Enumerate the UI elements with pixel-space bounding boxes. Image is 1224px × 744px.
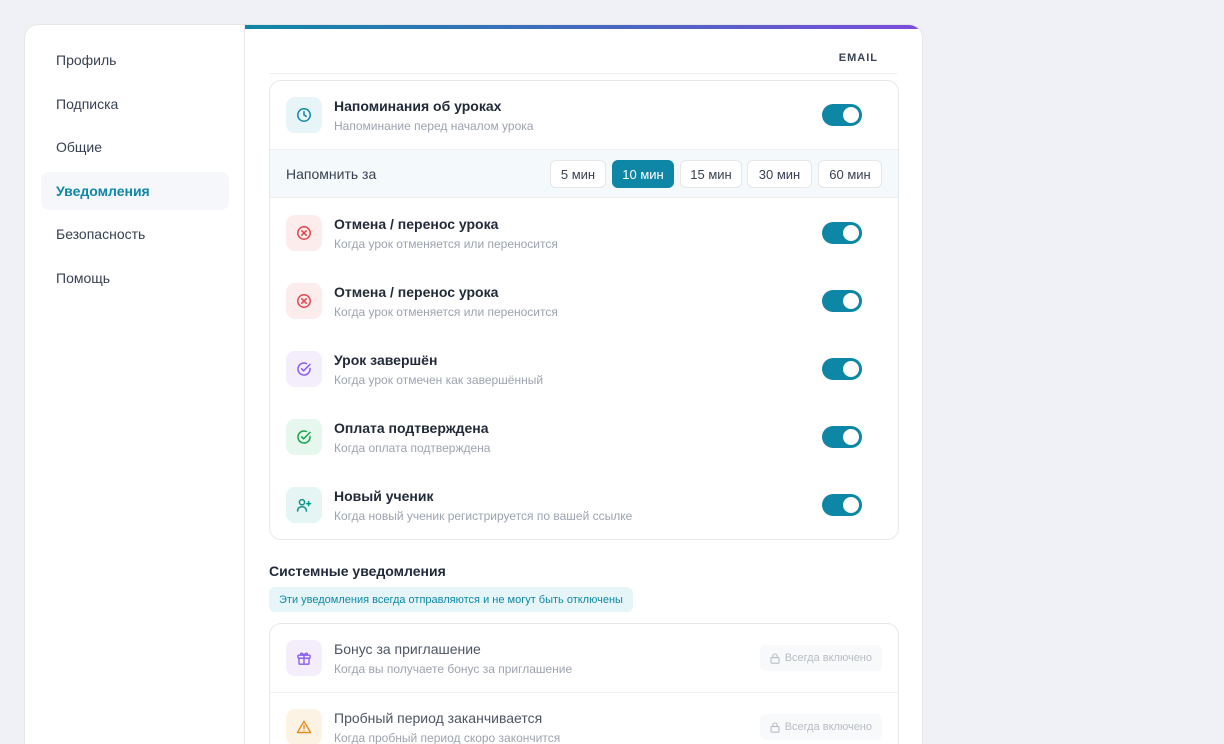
notification-settings-card: Напоминания об уроках Напоминание перед …	[269, 80, 899, 540]
sidebar-item-label: Общие	[56, 139, 103, 155]
warning-icon	[286, 709, 322, 744]
always-on-badge: Всегда включено	[759, 645, 882, 671]
remind-option-5[interactable]: 5 мин	[550, 160, 606, 188]
system-notifications-title: Системные уведомления	[269, 563, 446, 579]
remind-option-30[interactable]: 30 мин	[747, 160, 812, 188]
notification-row-new-student: Новый ученик Когда новый ученик регистри…	[270, 471, 898, 539]
sidebar-item-general[interactable]: Общие	[41, 128, 229, 166]
sidebar-item-subscription[interactable]: Подписка	[41, 85, 229, 123]
system-row-trial-ending: Пробный период заканчивается Когда пробн…	[270, 693, 898, 744]
settings-window: Профиль Подписка Общие Уведомления Безоп…	[24, 24, 923, 744]
row-subtitle: Напоминание перед началом урока	[334, 119, 534, 133]
row-subtitle: Когда оплата подтверждена	[334, 441, 491, 455]
column-header-email: EMAIL	[838, 52, 878, 64]
sidebar-item-label: Помощь	[56, 270, 111, 286]
row-title: Отмена / перенос урока	[334, 284, 499, 300]
notifications-panel: EMAIL Напоминания об уроках Напоминание …	[245, 25, 922, 744]
row-title: Пробный период заканчивается	[334, 710, 543, 726]
row-subtitle: Когда урок отменяется или переносится	[334, 305, 558, 319]
sidebar: Профиль Подписка Общие Уведомления Безоп…	[25, 25, 245, 744]
row-title: Урок завершён	[334, 352, 438, 368]
reminder-time-selector: Напомнить за 5 мин 10 мин 15 мин 30 мин …	[270, 149, 898, 198]
notification-toggle[interactable]	[822, 290, 862, 312]
notification-toggle[interactable]	[822, 222, 862, 244]
sidebar-item-label: Подписка	[56, 96, 119, 112]
user-plus-icon	[286, 487, 322, 523]
row-subtitle: Когда вы получаете бонус за приглашение	[334, 662, 573, 676]
notification-row-payment: Оплата подтверждена Когда оплата подтвер…	[270, 403, 898, 471]
notification-toggle[interactable]	[822, 358, 862, 380]
row-subtitle: Когда пробный период скоро закончится	[334, 731, 561, 744]
always-on-badge: Всегда включено	[759, 714, 882, 740]
sidebar-item-notifications[interactable]: Уведомления	[41, 172, 229, 210]
row-subtitle: Когда урок отмечен как завершённый	[334, 373, 544, 387]
system-notifications-note: Эти уведомления всегда отправляются и не…	[269, 587, 633, 612]
remind-option-15[interactable]: 15 мин	[680, 160, 742, 188]
row-title: Новый ученик	[334, 488, 434, 504]
divider	[269, 73, 898, 74]
sidebar-item-help[interactable]: Помощь	[41, 259, 229, 297]
row-subtitle: Когда урок отменяется или переносится	[334, 237, 558, 251]
x-circle-icon	[286, 215, 322, 251]
row-title: Бонус за приглашение	[334, 641, 481, 657]
row-title: Напоминания об уроках	[334, 98, 502, 114]
row-title: Отмена / перенос урока	[334, 216, 499, 232]
lock-icon	[770, 652, 780, 664]
remind-option-60[interactable]: 60 мин	[818, 160, 882, 188]
sidebar-item-label: Безопасность	[56, 226, 146, 242]
notification-toggle[interactable]	[822, 426, 862, 448]
check-circle-icon	[286, 351, 322, 387]
badge-label: Всегда включено	[784, 652, 872, 664]
sidebar-item-label: Профиль	[56, 52, 117, 68]
system-row-referral-bonus: Бонус за приглашение Когда вы получаете …	[270, 624, 898, 692]
row-subtitle: Когда новый ученик регистрируется по ваш…	[334, 509, 633, 523]
sidebar-item-security[interactable]: Безопасность	[41, 215, 229, 253]
lesson-reminders-row: Напоминания об уроках Напоминание перед …	[270, 81, 898, 149]
reminder-label: Напомнить за	[286, 166, 377, 182]
notification-toggle[interactable]	[822, 494, 862, 516]
clock-icon	[286, 97, 322, 133]
sidebar-item-profile[interactable]: Профиль	[41, 41, 229, 79]
x-circle-icon	[286, 283, 322, 319]
system-notifications-card: Бонус за приглашение Когда вы получаете …	[269, 623, 899, 744]
sidebar-item-label: Уведомления	[56, 183, 150, 199]
notification-row-cancel: Отмена / перенос урока Когда урок отменя…	[270, 199, 898, 267]
gift-icon	[286, 640, 322, 676]
lock-icon	[770, 721, 780, 733]
notification-row-completed: Урок завершён Когда урок отмечен как зав…	[270, 335, 898, 403]
row-title: Оплата подтверждена	[334, 420, 489, 436]
notification-row-cancel: Отмена / перенос урока Когда урок отменя…	[270, 267, 898, 335]
badge-label: Всегда включено	[784, 721, 872, 733]
accent-bar	[245, 25, 922, 29]
remind-option-10[interactable]: 10 мин	[612, 160, 674, 188]
lesson-reminders-toggle[interactable]	[822, 104, 862, 126]
check-circle-icon	[286, 419, 322, 455]
